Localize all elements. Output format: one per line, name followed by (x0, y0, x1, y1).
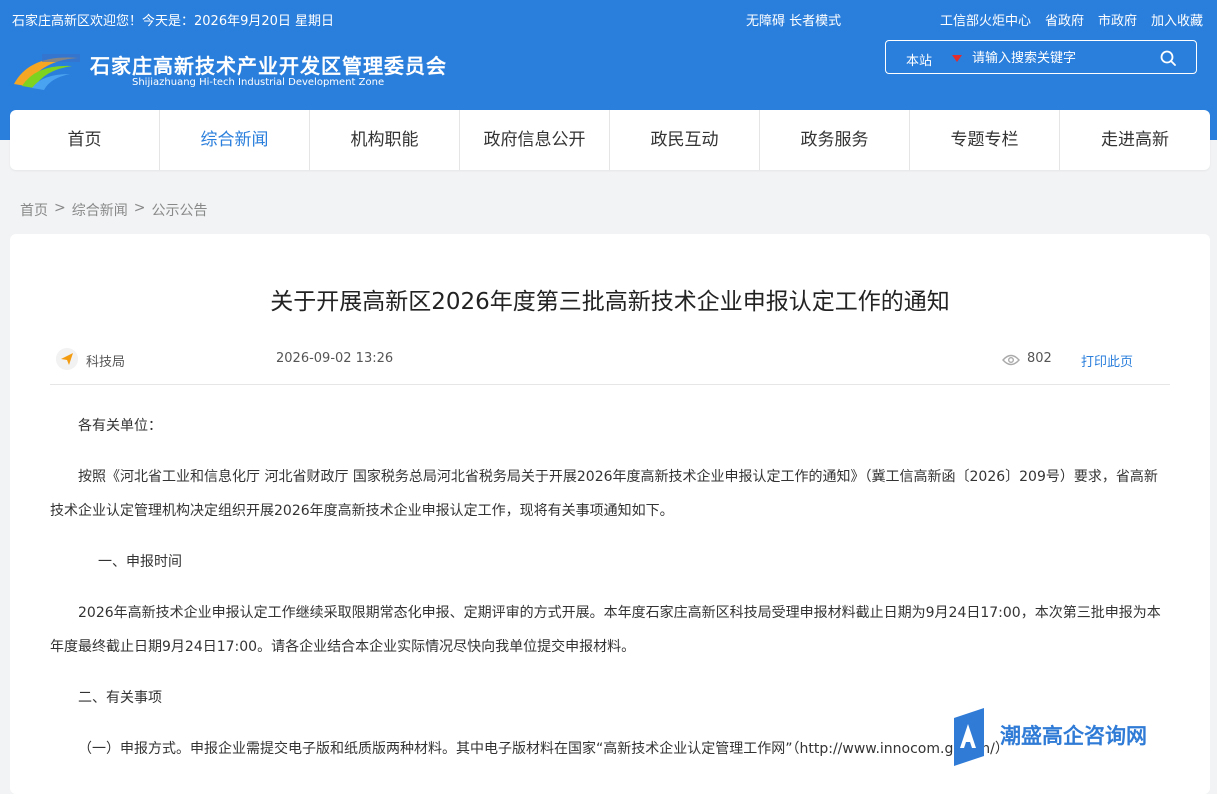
site-name: 石家庄高新技术产业开发区管理委员会 (90, 54, 447, 78)
breadcrumb-separator: > (133, 200, 146, 216)
nav-gov-services[interactable]: 政务服务 (760, 110, 910, 170)
breadcrumb-separator: > (54, 200, 66, 216)
paragraph-salutation: 各有关单位： (78, 418, 162, 434)
main-nav: 首页 综合新闻 机构职能 政府信息公开 政民互动 政务服务 专题专栏 走进高新 (10, 110, 1210, 170)
search-input[interactable] (970, 46, 1154, 70)
top-link-torch[interactable]: 工信部火炬中心 (940, 10, 1031, 29)
accessibility-link[interactable]: 无障碍 长者模式 (746, 10, 841, 29)
article-date: 2026-09-02 13:26 (276, 351, 394, 366)
nav-about[interactable]: 走进高新 (1060, 110, 1210, 170)
site-name-english: Shijiazhuang Hi-tech Industrial Developm… (132, 77, 385, 88)
nav-org-functions[interactable]: 机构职能 (310, 110, 460, 170)
top-link-city[interactable]: 市政府 (1098, 10, 1137, 29)
welcome-text: 石家庄高新区欢迎您！今天是：2026年9月20日 星期日 (12, 14, 335, 29)
article-department: 科技局 (86, 355, 126, 370)
breadcrumb-news[interactable]: 综合新闻 (72, 200, 128, 220)
nav-gov-info[interactable]: 政府信息公开 (460, 110, 610, 170)
nav-special-topics[interactable]: 专题专栏 (910, 110, 1060, 170)
top-link-province[interactable]: 省政府 (1045, 10, 1084, 29)
paper-plane-icon (56, 348, 78, 370)
caret-down-icon[interactable] (952, 55, 962, 62)
print-link[interactable]: 打印此页 (1081, 351, 1133, 370)
top-links: 工信部火炬中心 省政府 市政府 加入收藏 (940, 10, 1203, 29)
breadcrumb: 首页 > 综合新闻 > 公示公告 (20, 200, 207, 220)
view-count: 802 (1027, 351, 1052, 366)
site-logo-icon (14, 54, 80, 90)
nav-interaction[interactable]: 政民互动 (610, 110, 760, 170)
search-icon[interactable] (1160, 50, 1176, 66)
paragraph-time: 2026年高新技术企业申报认定工作继续采取限期常态化申报、定期评审的方式开展。本… (50, 605, 1161, 655)
breadcrumb-home[interactable]: 首页 (20, 200, 48, 220)
watermark-text: 潮盛高企咨询网 (1000, 723, 1147, 748)
top-link-favorite[interactable]: 加入收藏 (1151, 10, 1203, 29)
breadcrumb-notices[interactable]: 公示公告 (151, 200, 207, 220)
nav-home[interactable]: 首页 (10, 110, 160, 170)
eye-icon (1002, 354, 1020, 366)
nav-news[interactable]: 综合新闻 (160, 110, 310, 170)
watermark: 潮盛高企咨询网 (948, 708, 1217, 771)
watermark-logo-icon (954, 708, 984, 766)
paragraph-intro: 按照《河北省工业和信息化厅 河北省财政厅 国家税务总局河北省税务局关于开展202… (50, 469, 1158, 519)
section-heading-time: 一、申报时间 (98, 554, 182, 570)
article-meta: 科技局 2026-09-02 13:26 802 打印此页 (50, 340, 1170, 385)
search-scope-select[interactable]: 本站 (906, 50, 932, 69)
article-title: 关于开展高新区2026年度第三批高新技术企业申报认定工作的通知 (270, 289, 950, 315)
search-box: 本站 (885, 40, 1197, 74)
